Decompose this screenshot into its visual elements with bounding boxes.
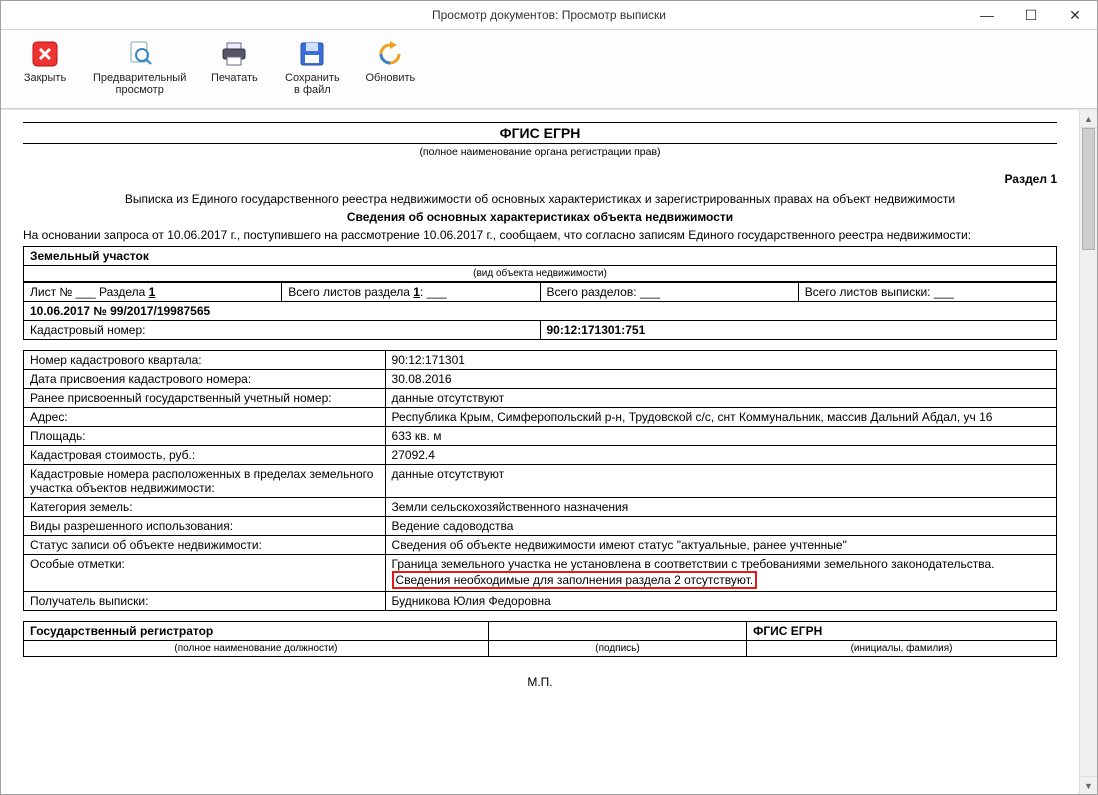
print-button[interactable]: Печатать bbox=[196, 34, 272, 88]
notes-row: Особые отметки: Граница земельного участк… bbox=[24, 555, 1057, 592]
table-row: Кадастровая стоимость, руб.:27092.4 bbox=[24, 446, 1057, 465]
sign-sub: (подпись) bbox=[488, 641, 746, 657]
preview-button[interactable]: Предварительныйпросмотр bbox=[85, 34, 194, 100]
row-label: Дата присвоения кадастрового номера: bbox=[24, 370, 386, 389]
window-title: Просмотр документов: Просмотр выписки bbox=[432, 8, 666, 22]
row-label: Площадь: bbox=[24, 427, 386, 446]
heading-line2: Сведения об основных характеристиках объ… bbox=[23, 210, 1057, 224]
date-number: 10.06.2017 № 99/2017/19987565 bbox=[24, 302, 1057, 321]
scroll-up-arrow[interactable]: ▲ bbox=[1080, 110, 1097, 128]
row-label: Виды разрешенного использования: bbox=[24, 517, 386, 536]
object-kind-table: Земельный участок (вид объекта недвижимо… bbox=[23, 246, 1057, 282]
system-subtitle: (полное наименование органа регистрации … bbox=[23, 146, 1057, 158]
name-sub: (инициалы, фамилия) bbox=[747, 641, 1057, 657]
section-label: Раздел 1 bbox=[23, 172, 1057, 186]
scroll-down-arrow[interactable]: ▼ bbox=[1080, 776, 1097, 794]
vertical-scrollbar[interactable]: ▲ ▼ bbox=[1079, 110, 1097, 794]
table-row: Виды разрешенного использования:Ведение … bbox=[24, 517, 1057, 536]
row-label: Кадастровая стоимость, руб.: bbox=[24, 446, 386, 465]
button-label: Обновить bbox=[365, 72, 415, 84]
cadastral-label: Кадастровый номер: bbox=[24, 321, 541, 340]
printer-icon bbox=[218, 38, 250, 70]
registrar-system: ФГИС ЕГРН bbox=[753, 624, 822, 638]
content-area: ФГИС ЕГРН (полное наименование органа ре… bbox=[1, 109, 1097, 794]
maximize-button[interactable]: ☐ bbox=[1009, 1, 1053, 29]
scroll-thumb[interactable] bbox=[1082, 128, 1095, 250]
titlebar: Просмотр документов: Просмотр выписки — … bbox=[1, 1, 1097, 29]
row-value: 633 кв. м bbox=[385, 427, 1056, 446]
row-value: 30.08.2016 bbox=[385, 370, 1056, 389]
row-value: Будникова Юлия Федоровна bbox=[385, 592, 1056, 611]
row-value: Сведения об объекте недвижимости имеют с… bbox=[385, 536, 1056, 555]
registrar-sub: (полное наименование должности) bbox=[24, 641, 489, 657]
close-window-button[interactable]: ✕ bbox=[1053, 1, 1097, 29]
row-value: Граница земельного участка не установлен… bbox=[385, 555, 1056, 592]
button-label: Закрыть bbox=[24, 72, 66, 84]
total-sections-cell: Всего разделов: ___ bbox=[540, 283, 798, 302]
button-label: Печатать bbox=[211, 72, 258, 84]
button-label: Сохранитьв файл bbox=[285, 72, 340, 96]
registrar-label: Государственный регистратор bbox=[30, 624, 213, 638]
floppy-icon bbox=[296, 38, 328, 70]
table-row: Площадь:633 кв. м bbox=[24, 427, 1057, 446]
button-label: Предварительныйпросмотр bbox=[93, 72, 186, 96]
basis-text: На основании запроса от 10.06.2017 г., п… bbox=[23, 228, 1057, 242]
table-row: Ранее присвоенный государственный учетны… bbox=[24, 389, 1057, 408]
recipient-row: Получатель выписки:Будникова Юлия Федоро… bbox=[24, 592, 1057, 611]
notes-line1: Граница земельного участка не установлен… bbox=[392, 557, 1050, 571]
sheet-cell: Лист № ___ Раздела 1 bbox=[24, 283, 282, 302]
row-value: Ведение садоводства bbox=[385, 517, 1056, 536]
table-row: Дата присвоения кадастрового номера:30.0… bbox=[24, 370, 1057, 389]
row-label: Кадастровые номера расположенных в преде… bbox=[24, 465, 386, 498]
table-row: Кадастровые номера расположенных в преде… bbox=[24, 465, 1057, 498]
row-label: Ранее присвоенный государственный учетны… bbox=[24, 389, 386, 408]
system-title: ФГИС ЕГРН bbox=[23, 125, 1057, 141]
object-kind: Земельный участок bbox=[24, 247, 1057, 266]
row-value: 90:12:171301 bbox=[385, 351, 1056, 370]
signature-table: Государственный регистратор ФГИС ЕГРН (п… bbox=[23, 621, 1057, 657]
row-label: Статус записи об объекте недвижимости: bbox=[24, 536, 386, 555]
table-row: Адрес:Республика Крым, Симферопольский р… bbox=[24, 408, 1057, 427]
notes-line2-highlight: Сведения необходимые для заполнения разд… bbox=[392, 571, 758, 589]
total-sheets-cell: Всего листов выписки: ___ bbox=[798, 283, 1056, 302]
close-button[interactable]: Закрыть bbox=[7, 34, 83, 88]
row-label: Номер кадастрового квартала: bbox=[24, 351, 386, 370]
minimize-button[interactable]: — bbox=[965, 1, 1009, 29]
table-row: Номер кадастрового квартала:90:12:171301 bbox=[24, 351, 1057, 370]
meta-table: Лист № ___ Раздела 1 Всего листов раздел… bbox=[23, 282, 1057, 340]
refresh-icon bbox=[374, 38, 406, 70]
details-table: Номер кадастрового квартала:90:12:171301… bbox=[23, 350, 1057, 611]
row-value: данные отсутствуют bbox=[385, 389, 1056, 408]
row-value: 27092.4 bbox=[385, 446, 1056, 465]
app-window: Просмотр документов: Просмотр выписки — … bbox=[0, 0, 1098, 795]
refresh-button[interactable]: Обновить bbox=[352, 34, 428, 88]
save-button[interactable]: Сохранитьв файл bbox=[274, 34, 350, 100]
row-label: Получатель выписки: bbox=[24, 592, 386, 611]
heading-line1: Выписка из Единого государственного реес… bbox=[23, 192, 1057, 206]
row-label: Особые отметки: bbox=[24, 555, 386, 592]
object-kind-sub: (вид объекта недвижимости) bbox=[24, 266, 1057, 282]
toolbar: Закрыть Предварительныйпросмотр Печатать… bbox=[1, 29, 1097, 109]
table-row: Категория земель:Земли сельскохозяйствен… bbox=[24, 498, 1057, 517]
row-label: Категория земель: bbox=[24, 498, 386, 517]
close-icon bbox=[29, 38, 61, 70]
magnifier-document-icon bbox=[124, 38, 156, 70]
sheets-section-cell: Всего листов раздела 1: ___ bbox=[282, 283, 540, 302]
cadastral-value: 90:12:171301:751 bbox=[540, 321, 1057, 340]
document-viewport[interactable]: ФГИС ЕГРН (полное наименование органа ре… bbox=[1, 110, 1079, 794]
row-value: Земли сельскохозяйственного назначения bbox=[385, 498, 1056, 517]
row-label: Адрес: bbox=[24, 408, 386, 427]
document: ФГИС ЕГРН (полное наименование органа ре… bbox=[19, 122, 1061, 689]
row-value: Республика Крым, Симферопольский р-н, Тр… bbox=[385, 408, 1056, 427]
window-controls: — ☐ ✕ bbox=[965, 1, 1097, 29]
stamp-placeholder: М.П. bbox=[23, 675, 1057, 689]
table-row: Статус записи об объекте недвижимости:Св… bbox=[24, 536, 1057, 555]
row-value: данные отсутствуют bbox=[385, 465, 1056, 498]
